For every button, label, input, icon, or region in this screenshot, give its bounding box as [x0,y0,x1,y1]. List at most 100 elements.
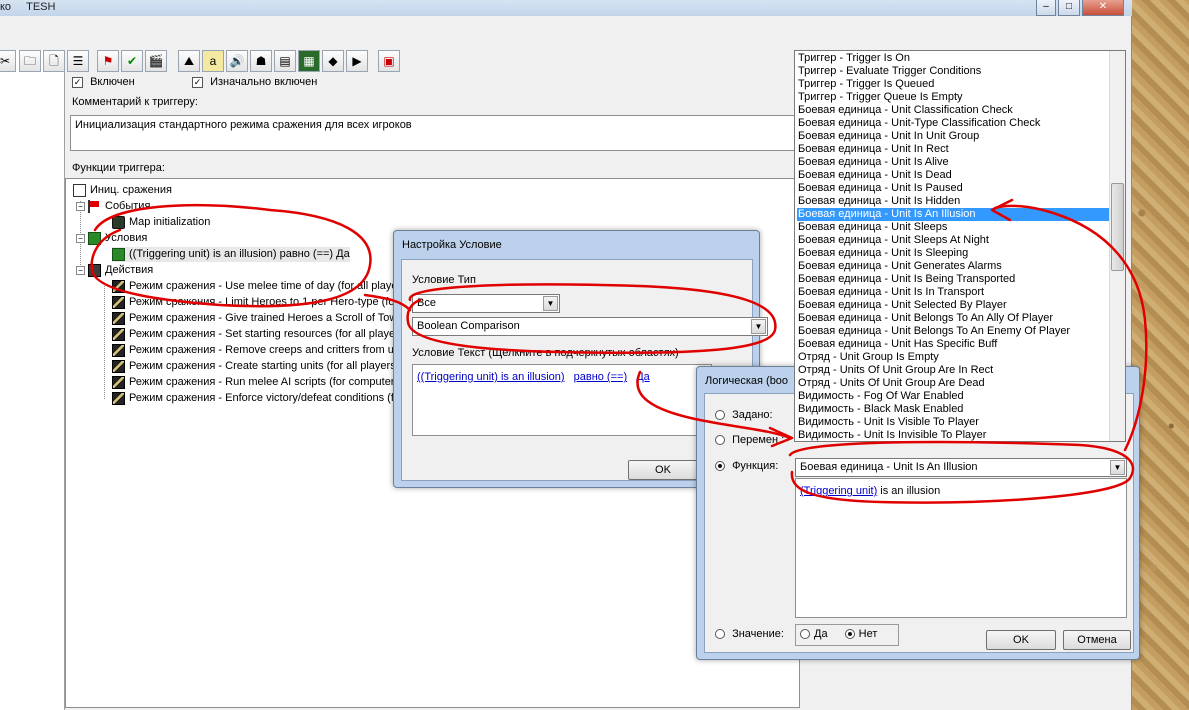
tree-conditions[interactable]: − Условия [76,231,147,246]
action-item[interactable]: Режим сражения - Limit Heroes to 1 per H… [112,295,398,310]
function-list-item[interactable]: Триггер - Trigger Is Queued [797,78,1109,91]
enabled-checkbox[interactable]: ✓ Включен [72,76,135,88]
open-folder-icon[interactable]: 🗀 [19,50,41,72]
condition-part-value-link[interactable]: Да [636,371,650,383]
function-list-item[interactable]: Боевая единица - Unit Is Dead [797,169,1109,182]
function-list-item[interactable]: Видимость - Black Mask Enabled [797,403,1109,416]
preset-radio[interactable]: Задано: [715,409,773,421]
object-editor-icon[interactable]: ☗ [250,50,272,72]
collapse-icon[interactable]: − [76,233,85,243]
function-list-item[interactable]: Боевая единица - Unit Sleeps At Night [797,234,1109,247]
function-list-item[interactable]: Боевая единица - Unit Is An Illusion [797,208,1109,221]
action-item[interactable]: Режим сражения - Remove creeps and critt… [112,343,399,358]
value-radio[interactable]: Значение: [715,628,784,640]
condition-type-select[interactable]: Boolean Comparison ▼ [412,317,768,336]
function-list-item[interactable]: Триггер - Trigger Is On [797,52,1109,65]
close-button[interactable]: ✕ [1082,0,1124,16]
action-item[interactable]: Режим сражения - Set starting resources … [112,327,408,342]
melee-icon [112,359,125,373]
function-list-item[interactable]: Боевая единица - Unit Belongs To An Enem… [797,325,1109,338]
collapse-icon[interactable]: − [76,201,85,211]
maximize-button[interactable]: □ [1058,0,1080,16]
terrain-editor-icon[interactable]: ⛰ [178,50,200,72]
dropdown-arrow-icon[interactable]: ▼ [543,296,558,311]
no-radio[interactable] [844,629,855,640]
initially-enabled-checkbox[interactable]: ✓ Изначально включен [192,76,317,88]
new-event-icon[interactable]: ⚑ [97,50,119,72]
trigger-list-panel[interactable] [0,50,65,710]
function-list-item[interactable]: Боевая единица - Unit Is Paused [797,182,1109,195]
ok-button[interactable]: OK [986,630,1056,650]
function-list-item[interactable]: Отряд - Units Of Unit Group Are In Rect [797,364,1109,377]
function-list-item[interactable]: Боевая единица - Unit Classification Che… [797,104,1109,117]
function-list-item[interactable]: Боевая единица - Unit Sleeps [797,221,1109,234]
function-list-item[interactable]: Боевая единица - Unit Generates Alarms [797,260,1109,273]
tree-actions[interactable]: − Действия [76,263,153,278]
close-trigger-icon[interactable]: ▣ [378,50,400,72]
campaign-editor-icon[interactable]: ▤ [274,50,296,72]
function-select[interactable]: Боевая единица - Unit Is An Illusion ▼ [795,458,1127,477]
sound-icon[interactable]: 🔊 [226,50,248,72]
function-list-item[interactable]: Боевая единица - Unit Is Hidden [797,195,1109,208]
function-list-item[interactable]: Боевая единица - Unit Belongs To An Ally… [797,312,1109,325]
tree-root[interactable]: Иниц. сражения [73,183,172,198]
function-list-item[interactable]: Видимость - Fog Of War Enabled [797,390,1109,403]
ai-editor-icon[interactable]: ▦ [298,50,320,72]
function-list-item[interactable]: Боевая единица - Unit Is Alive [797,156,1109,169]
yes-radio[interactable] [800,629,810,640]
value-group: Да Нет [795,624,899,646]
function-list-item[interactable]: Отряд - Units Of Unit Group Are Dead [797,377,1109,390]
function-list-item[interactable]: Боевая единица - Unit-Type Classificatio… [797,117,1109,130]
toolbar: ✂ 🗀 🗋 ☰ ⚑ ✔ 🎬 ⛰ a 🔊 ☗ ▤ ▦ ◆ ▶ ▣ [0,50,420,74]
sound-editor-icon[interactable]: a [202,50,224,72]
function-list-item[interactable]: Боевая единица - Unit Has Specific Buff [797,338,1109,351]
action-item[interactable]: Режим сражения - Use melee time of day (… [112,279,410,294]
import-manager-icon[interactable]: ◆ [322,50,344,72]
map-init-icon [112,215,125,229]
new-document-icon[interactable]: 🗋 [43,50,65,72]
function-dropdown-list[interactable]: Триггер - Trigger Is On Триггер - Evaluat… [794,50,1126,442]
minimize-button[interactable]: – [1036,0,1056,16]
function-list-item[interactable]: Боевая единица - Unit Selected By Player [797,299,1109,312]
collapse-icon[interactable]: − [76,265,85,275]
category-filter-select[interactable]: Все ▼ [412,294,560,313]
action-item[interactable]: Режим сражения - Create starting units (… [112,359,399,374]
dropdown-arrow-icon[interactable]: ▼ [1110,460,1125,475]
cancel-button[interactable]: Отмена [1063,630,1131,650]
triggering-unit-link[interactable]: (Triggering unit) [800,485,877,497]
condition-part-function-link[interactable]: ((Triggering unit) is an illusion) [417,371,565,383]
function-radio[interactable]: Функция: [715,460,778,472]
variable-radio[interactable]: Перемен.: [715,434,784,446]
tree-events[interactable]: − События [76,199,150,214]
cut-icon[interactable]: ✂ [0,50,16,72]
function-list-item[interactable]: Видимость - Unit Is Invisible To Player [797,429,1109,441]
function-list-item[interactable]: Триггер - Evaluate Trigger Conditions [797,65,1109,78]
scrollbar-thumb[interactable] [1111,183,1124,271]
ok-button[interactable]: OK [628,460,698,480]
tree-condition-item[interactable]: ((Triggering unit) is an illusion) равно… [112,247,350,262]
function-list-item[interactable]: Видимость - Unit Is Visible To Player [797,416,1109,429]
action-item[interactable]: Режим сражения - Run melee AI scripts (f… [112,375,394,390]
action-item[interactable]: Режим сражения - Give trained Heroes a S… [112,311,403,326]
menu-item-window[interactable]: ко [0,1,11,13]
scrollbar[interactable] [1109,51,1125,441]
no-label: Нет [858,628,878,640]
test-map-icon[interactable]: ▶ [346,50,368,72]
function-list-item[interactable]: Боевая единица - Unit Is Being Transport… [797,273,1109,286]
function-list-item[interactable]: Боевая единица - Unit In Rect [797,143,1109,156]
function-list-item[interactable]: Боевая единица - Unit Is In Transport [797,286,1109,299]
function-list-item[interactable]: Триггер - Trigger Queue Is Empty [797,91,1109,104]
menu-item-tesh[interactable]: TESH [26,1,55,13]
properties-icon[interactable]: ☰ [67,50,89,72]
function-list-item[interactable]: Боевая единица - Unit In Unit Group [797,130,1109,143]
function-list-item[interactable]: Отряд - Unit Group Is Empty [797,351,1109,364]
function-list-item[interactable]: Боевая единица - Unit Is Sleeping [797,247,1109,260]
comment-textbox[interactable]: Инициализация стандартного режима сражен… [70,115,800,151]
new-action-icon[interactable]: 🎬 [145,50,167,72]
dropdown-arrow-icon[interactable]: ▼ [751,319,766,334]
action-item[interactable]: Режим сражения - Enforce victory/defeat … [112,391,400,406]
melee-icon [112,343,125,357]
new-condition-icon[interactable]: ✔ [121,50,143,72]
condition-part-operator-link[interactable]: равно (==) [574,371,628,383]
tree-event-item[interactable]: Map initialization [112,215,210,230]
